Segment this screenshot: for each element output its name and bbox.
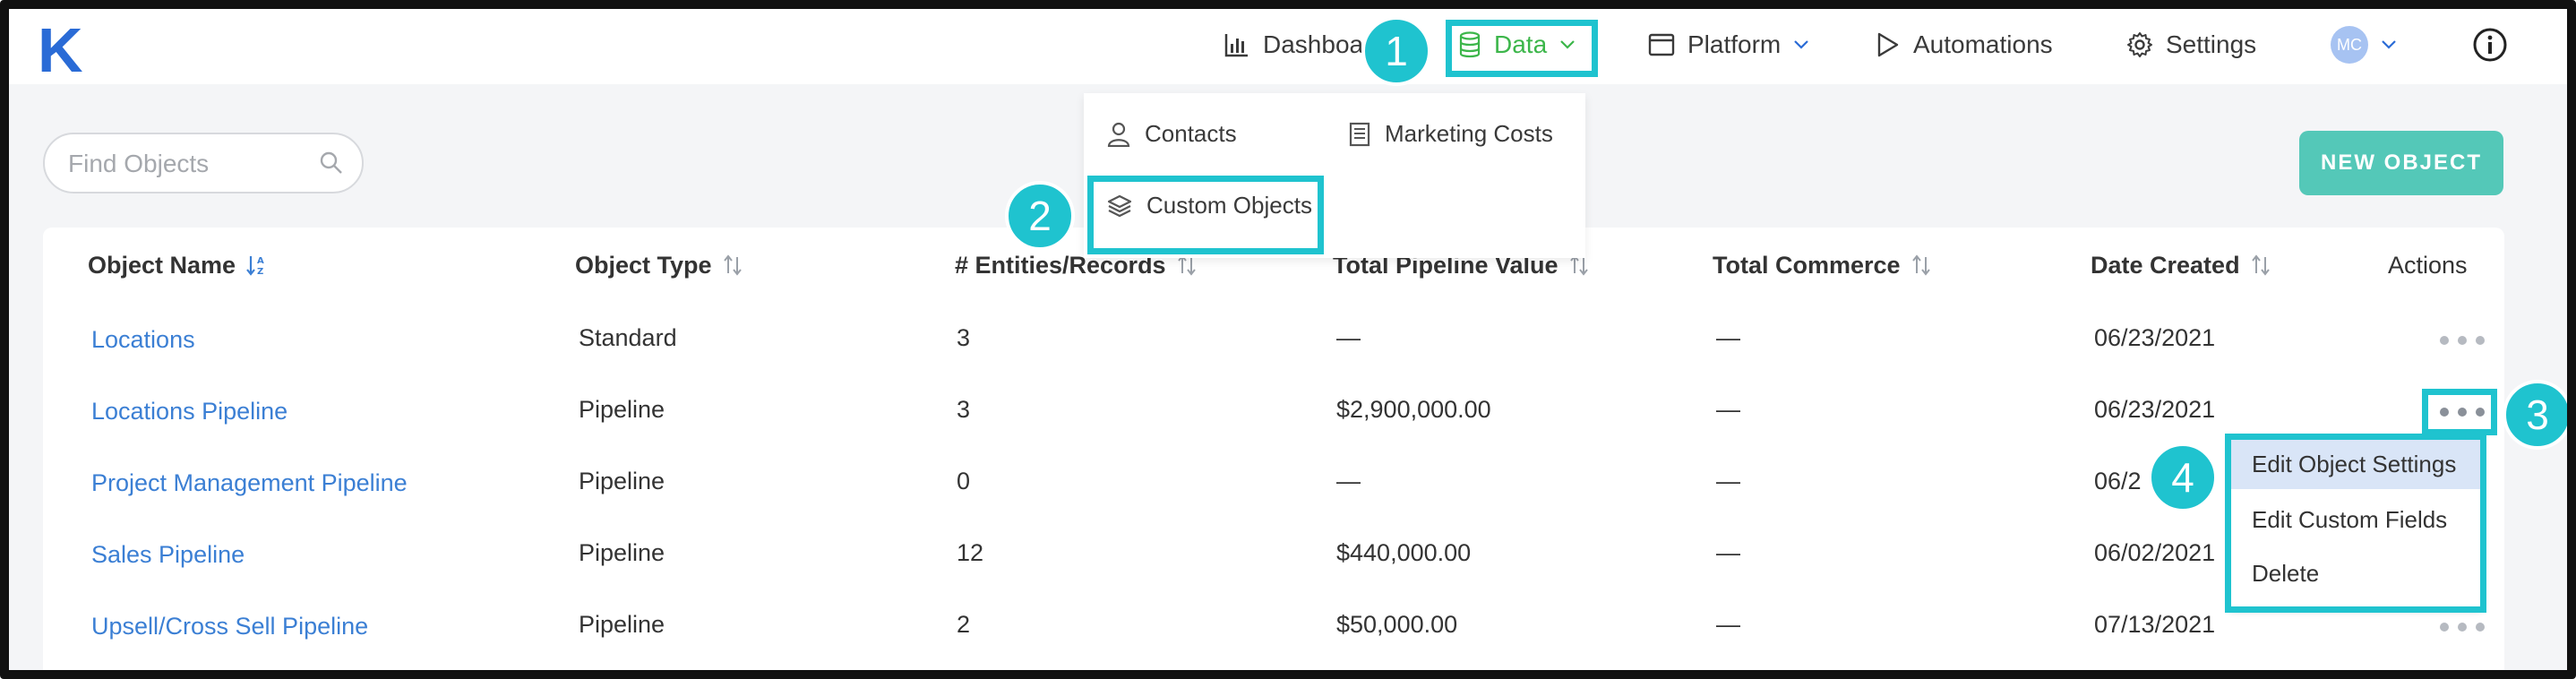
row-date-created: 07/13/2021 (2094, 611, 2216, 638)
user-menu[interactable]: MC (2331, 25, 2397, 64)
search-input[interactable] (66, 145, 312, 183)
info-icon (2473, 28, 2507, 62)
row-records: 0 (957, 468, 971, 494)
objects-table: Object Name A Z Object Type # Entities/R… (43, 228, 2504, 670)
col-header-actions-label: Actions (2388, 251, 2468, 279)
nav-settings[interactable]: Settings (2126, 25, 2256, 64)
col-header-actions: Actions (2388, 247, 2468, 283)
col-header-name[interactable]: Object Name A Z (88, 247, 270, 283)
nav-settings-label: Settings (2166, 30, 2257, 58)
avatar-initials: MC (2337, 35, 2362, 54)
row-object-type: Pipeline (579, 396, 665, 423)
row-commerce: — (1716, 468, 1740, 494)
callout-badge-4: 4 (2148, 443, 2218, 512)
app-logo[interactable]: K (38, 14, 83, 86)
window-icon (1648, 33, 1675, 56)
row-object-type: Pipeline (579, 539, 665, 566)
main-content: NEW OBJECT Object Name A Z Object Type (9, 84, 2567, 670)
row-actions-button[interactable] (2440, 618, 2485, 636)
nav-platform-label: Platform (1687, 30, 1782, 58)
row-object-name-link[interactable]: Project Management Pipeline (91, 469, 408, 497)
sort-icon (2251, 254, 2270, 276)
row-pipeline-value: — (1336, 324, 1361, 351)
col-header-date[interactable]: Date Created (2091, 247, 2271, 283)
row-object-name-link[interactable]: Locations Pipeline (91, 398, 288, 425)
callout-badge-2: 2 (1005, 181, 1075, 251)
row-date-created: 06/02/2021 (2094, 539, 2216, 566)
svg-text:A: A (257, 256, 264, 266)
menu-item-contacts-label: Contacts (1145, 120, 1237, 147)
bar-chart-icon (1224, 34, 1248, 57)
row-pipeline-value: — (1336, 468, 1361, 494)
row-pipeline-value: $2,900,000.00 (1336, 396, 1491, 423)
callout-badge-3: 3 (2503, 380, 2567, 450)
row-object-type: Pipeline (579, 611, 665, 638)
row-object-type: Pipeline (579, 468, 665, 494)
col-header-date-label: Date Created (2091, 251, 2240, 279)
avatar: MC (2331, 26, 2368, 64)
nav-automations[interactable]: Automations (1876, 25, 2053, 64)
menu-item-contacts[interactable]: Contacts (1107, 120, 1237, 148)
row-records: 2 (957, 611, 971, 638)
chevron-down-icon (1794, 40, 1809, 49)
callout-highlight-row-actions (2422, 389, 2497, 435)
info-button[interactable] (2472, 25, 2508, 64)
row-object-type: Standard (579, 324, 677, 351)
row-records: 3 (957, 396, 971, 423)
col-header-name-label: Object Name (88, 251, 236, 279)
row-commerce: — (1716, 324, 1740, 351)
search-icon[interactable] (319, 150, 344, 176)
callout-highlight-actions-menu (2225, 434, 2486, 613)
callout-highlight-data (1446, 20, 1598, 77)
nav-automations-label: Automations (1913, 30, 2053, 58)
search-box (43, 133, 364, 193)
menu-item-marketing-costs[interactable]: Marketing Costs (1349, 120, 1553, 148)
receipt-icon (1349, 122, 1370, 146)
row-object-name-link[interactable]: Locations (91, 326, 195, 354)
row-object-name-link[interactable]: Upsell/Cross Sell Pipeline (91, 613, 368, 640)
person-icon (1107, 122, 1130, 147)
callout-highlight-custom-objects (1087, 176, 1324, 254)
sort-icon (723, 254, 742, 276)
row-commerce: — (1716, 611, 1740, 638)
row-date-created: 06/23/2021 (2094, 324, 2216, 351)
row-records: 3 (957, 324, 971, 351)
sort-icon (1911, 254, 1930, 276)
row-commerce: — (1716, 539, 1740, 566)
svg-text:Z: Z (257, 267, 263, 277)
row-date-created: 06/23/2021 (2094, 396, 2216, 423)
row-records: 12 (957, 539, 984, 566)
play-icon (1877, 32, 1899, 57)
chevron-down-icon (2382, 40, 2396, 49)
row-actions-button[interactable] (2440, 331, 2485, 349)
row-pipeline-value: $440,000.00 (1336, 539, 1472, 566)
col-header-type[interactable]: Object Type (575, 247, 743, 283)
col-header-commerce-label: Total Commerce (1713, 251, 1901, 279)
gear-icon (2127, 32, 2152, 57)
top-nav-bar: K Dashboard Data Platform Automations Se… (9, 9, 2567, 86)
menu-item-marketing-costs-label: Marketing Costs (1385, 120, 1553, 147)
nav-platform[interactable]: Platform (1648, 25, 1809, 64)
sort-az-icon: A Z (246, 256, 264, 277)
row-date-created: 06/2 (2094, 468, 2142, 494)
callout-badge-1: 1 (1361, 16, 1431, 86)
row-commerce: — (1716, 396, 1740, 423)
row-object-name-link[interactable]: Sales Pipeline (91, 541, 245, 569)
app-window: K Dashboard Data Platform Automations Se… (0, 0, 2576, 679)
col-header-type-label: Object Type (575, 251, 712, 279)
col-header-commerce[interactable]: Total Commerce (1713, 247, 1931, 283)
row-pipeline-value: $50,000.00 (1336, 611, 1458, 638)
new-object-button[interactable]: NEW OBJECT (2299, 131, 2503, 195)
